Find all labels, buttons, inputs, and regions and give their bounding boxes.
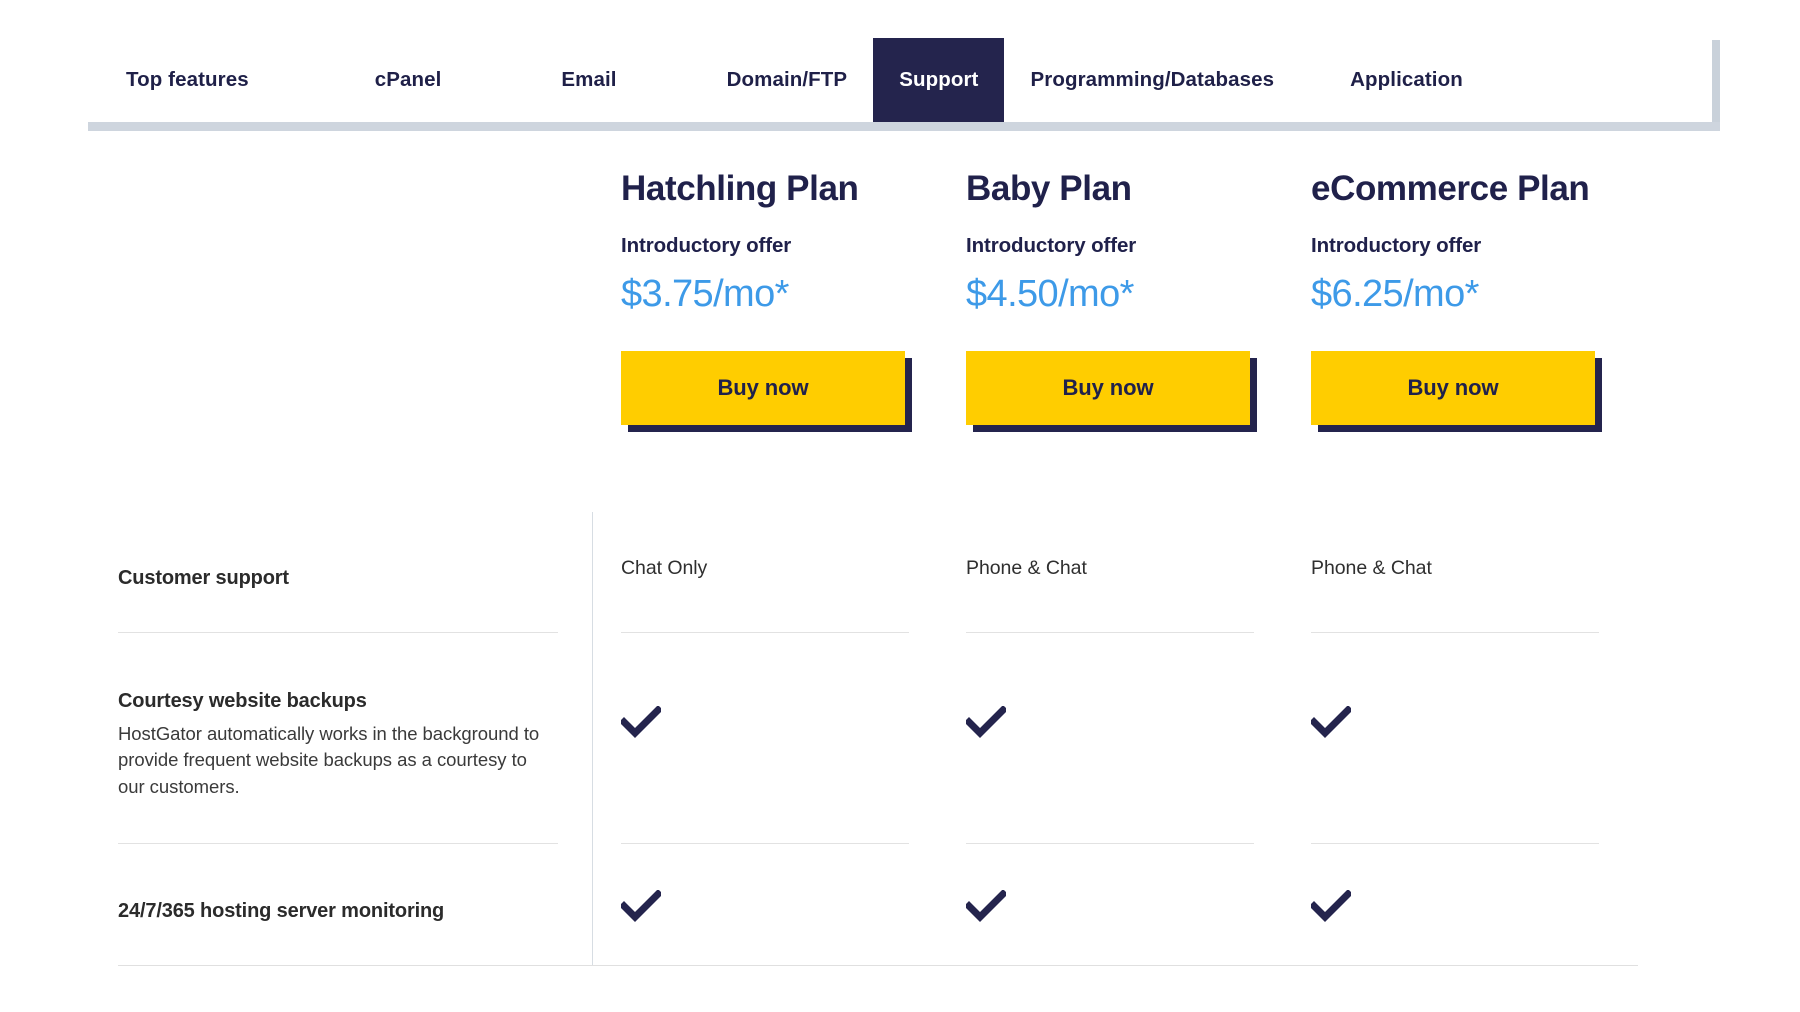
buy-now-button-ecommerce[interactable]: Buy now bbox=[1311, 351, 1595, 426]
plan-header-row: Hatchling Plan Introductory offer $3.75/… bbox=[0, 169, 1800, 490]
row-separator bbox=[118, 843, 558, 844]
tab-domain-ftp[interactable]: Domain/FTP bbox=[701, 38, 874, 122]
plan-title: Hatchling Plan bbox=[621, 169, 859, 208]
table-bottom-border bbox=[118, 965, 1638, 966]
tab-gap bbox=[643, 38, 701, 130]
feature-tab-strip[interactable]: Top features cPanel Email Domain/FTP Sup… bbox=[88, 38, 1720, 131]
feature-cell bbox=[1311, 890, 1599, 922]
tab-gap bbox=[1300, 38, 1324, 130]
row-separator bbox=[966, 843, 1254, 844]
feature-title: 24/7/365 hosting server monitoring bbox=[118, 900, 445, 922]
plan-column-hatchling: Hatchling Plan Introductory offer $3.75/… bbox=[621, 169, 961, 433]
feature-label: 24/7/365 hosting server monitoring bbox=[118, 898, 558, 924]
check-icon bbox=[621, 706, 661, 738]
feature-label: Customer support bbox=[118, 565, 558, 591]
plan-title: Baby Plan bbox=[966, 169, 1132, 208]
plan-column-baby: Baby Plan Introductory offer $4.50/mo* B… bbox=[966, 169, 1306, 433]
tab-gap bbox=[275, 38, 349, 130]
tab-strip-scroll-edge[interactable] bbox=[1709, 40, 1720, 131]
feature-cell bbox=[621, 890, 909, 922]
feature-cell: Chat Only bbox=[621, 557, 909, 580]
plan-price: $3.75/mo* bbox=[621, 272, 789, 315]
feature-title: Courtesy website backups bbox=[118, 690, 367, 712]
check-icon bbox=[1311, 706, 1351, 738]
buy-now-button-baby[interactable]: Buy now bbox=[966, 351, 1250, 426]
check-icon bbox=[621, 890, 661, 922]
feature-cell bbox=[966, 706, 1254, 738]
tab-application[interactable]: Application bbox=[1324, 38, 1489, 122]
column-divider bbox=[592, 512, 593, 966]
tab-email[interactable]: Email bbox=[535, 38, 642, 122]
feature-label: Courtesy website backups HostGator autom… bbox=[118, 688, 558, 800]
tab-leading-spacer bbox=[88, 38, 100, 130]
tab-gap bbox=[467, 38, 535, 130]
check-icon bbox=[966, 890, 1006, 922]
feature-cell bbox=[966, 890, 1254, 922]
buy-now-wrapper: Buy now bbox=[621, 351, 912, 433]
tab-strip-underline bbox=[88, 122, 1720, 131]
plan-offer-label: Introductory offer bbox=[621, 233, 792, 257]
tab-cpanel[interactable]: cPanel bbox=[349, 38, 468, 122]
feature-value-text: Phone & Chat bbox=[966, 557, 1087, 579]
buy-now-button-hatchling[interactable]: Buy now bbox=[621, 351, 905, 426]
plan-price: $6.25/mo* bbox=[1311, 272, 1479, 315]
feature-value-text: Phone & Chat bbox=[1311, 557, 1432, 579]
tab-list: Top features cPanel Email Domain/FTP Sup… bbox=[88, 38, 1720, 130]
feature-title: Customer support bbox=[118, 567, 289, 589]
feature-cell: Phone & Chat bbox=[966, 557, 1254, 580]
plan-column-ecommerce: eCommerce Plan Introductory offer $6.25/… bbox=[1311, 169, 1651, 433]
row-separator bbox=[1311, 843, 1599, 844]
tab-top-features[interactable]: Top features bbox=[100, 38, 275, 122]
plan-title: eCommerce Plan bbox=[1311, 169, 1590, 208]
row-separator bbox=[621, 843, 909, 844]
plan-price: $4.50/mo* bbox=[966, 272, 1134, 315]
feature-value-text: Chat Only bbox=[621, 557, 708, 579]
check-icon bbox=[966, 706, 1006, 738]
feature-cell: Phone & Chat bbox=[1311, 557, 1599, 580]
feature-cell bbox=[621, 706, 909, 738]
buy-now-wrapper: Buy now bbox=[966, 351, 1257, 433]
check-icon bbox=[1311, 890, 1351, 922]
tab-trailing-spacer bbox=[1489, 38, 1720, 130]
feature-comparison-table: Customer support Chat Only Phone & Chat … bbox=[0, 0, 1800, 1012]
tab-support[interactable]: Support bbox=[873, 38, 1005, 122]
row-separator bbox=[966, 632, 1254, 633]
feature-cell bbox=[1311, 706, 1599, 738]
plan-offer-label: Introductory offer bbox=[1311, 233, 1482, 257]
feature-description: HostGator automatically works in the bac… bbox=[118, 723, 540, 797]
tab-programming-databases[interactable]: Programming/Databases bbox=[1004, 38, 1300, 122]
row-separator bbox=[1311, 632, 1599, 633]
row-separator bbox=[621, 632, 909, 633]
plan-offer-label: Introductory offer bbox=[966, 233, 1137, 257]
row-separator bbox=[118, 632, 558, 633]
buy-now-wrapper: Buy now bbox=[1311, 351, 1602, 433]
